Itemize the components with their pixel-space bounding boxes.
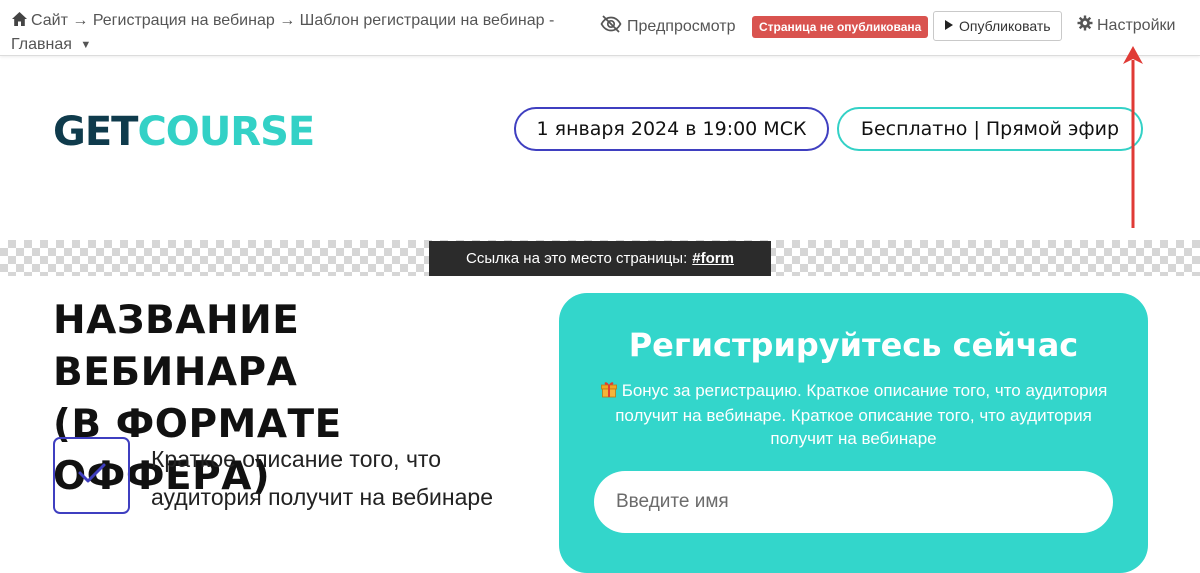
date-pill: 1 января 2024 в 19:00 МСК: [514, 107, 829, 151]
chevron-down-icon[interactable]: ▼: [80, 34, 91, 56]
name-input[interactable]: [594, 471, 1113, 533]
benefit-text: Краткое описание того, что аудитория пол…: [151, 440, 551, 516]
settings-label: Настройки: [1097, 16, 1176, 34]
home-icon[interactable]: [11, 11, 28, 34]
anchor-label-text: Ссылка на это место страницы:: [466, 250, 688, 267]
benefit-text-line: аудитория получит на вебинаре: [151, 484, 493, 510]
gear-icon: [1077, 15, 1093, 36]
breadcrumb-section[interactable]: Регистрация на вебинар: [93, 12, 275, 29]
settings-button[interactable]: Настройки: [1077, 15, 1175, 36]
preview-button[interactable]: Предпросмотр: [600, 15, 736, 38]
arrow-up-icon: [1123, 46, 1143, 228]
webinar-title-line: НАЗВАНИЕ ВЕБИНАРА: [53, 298, 300, 395]
registration-bonus-text: Бонус за регистрацию. Краткое описание т…: [594, 379, 1113, 450]
anchor-hash-link[interactable]: #form: [692, 250, 734, 267]
breadcrumb: Сайт → Регистрация на вебинар → Шаблон р…: [11, 10, 591, 56]
check-icon: [77, 462, 107, 489]
play-icon: [944, 18, 954, 34]
benefit-checkbox: [53, 437, 130, 514]
status-badge: Страница не опубликована: [752, 16, 929, 38]
bonus-text: Бонус за регистрацию. Краткое описание т…: [615, 381, 1108, 448]
registration-card: Регистрируйтесь сейчас Бонус за регистра…: [559, 293, 1148, 573]
preview-label: Предпросмотр: [627, 17, 736, 35]
getcourse-logo: GETCOURSE: [53, 108, 315, 156]
logo-part-get: GET: [53, 109, 138, 155]
publish-button[interactable]: Опубликовать: [933, 11, 1062, 41]
breadcrumb-separator: →: [279, 12, 296, 29]
format-pill: Бесплатно | Прямой эфир: [837, 107, 1143, 151]
registration-title: Регистрируйтесь сейчас: [628, 326, 1079, 364]
editor-toolbar: Сайт → Регистрация на вебинар → Шаблон р…: [0, 0, 1200, 56]
publish-label: Опубликовать: [959, 18, 1051, 34]
gift-icon: [600, 380, 618, 404]
logo-part-course: COURSE: [137, 109, 315, 155]
anchor-label: Ссылка на это место страницы: #form: [429, 241, 771, 276]
benefit-text-line: Краткое описание того, что: [151, 446, 441, 472]
breadcrumb-site[interactable]: Сайт: [31, 12, 68, 29]
eye-slash-icon: [600, 15, 622, 38]
breadcrumb-separator: →: [72, 12, 89, 29]
